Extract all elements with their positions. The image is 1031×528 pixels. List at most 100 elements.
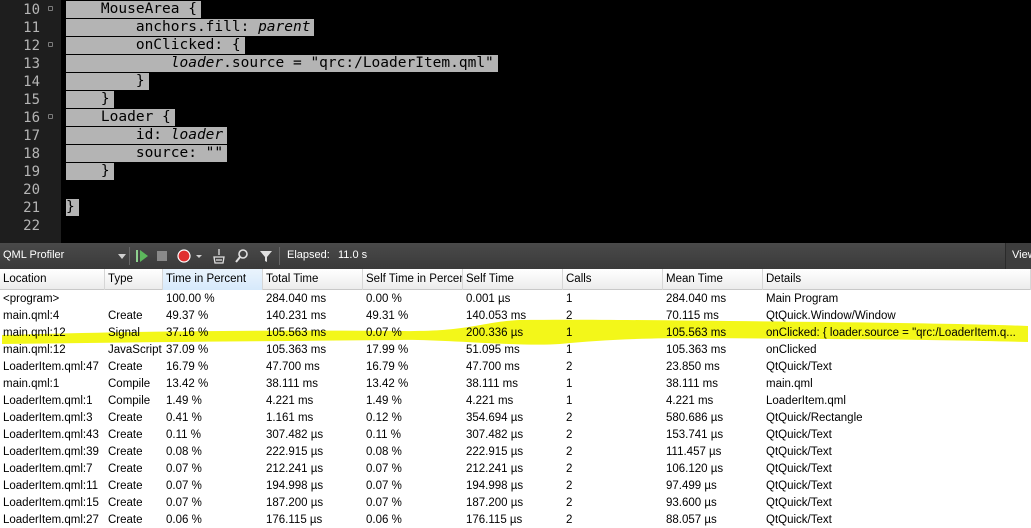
table-cell: 0.001 µs [466,293,511,305]
line-number: 17 [23,128,40,144]
column-header[interactable]: Details [763,269,1031,290]
filter-icon[interactable] [257,247,275,265]
table-row[interactable]: main.qml:12 Signal 37.16 % 105.563 ms 0.07 %… [0,325,1031,342]
code-line[interactable]: 22 [0,217,1031,235]
table-cell: 1 [566,327,573,339]
table-cell: 212.241 µs [466,463,524,475]
table-cell: 2 [566,310,573,322]
code-text: anchors.fill: parent [66,19,315,36]
search-icon[interactable] [233,247,251,265]
table-cell: 1 [566,395,573,407]
column-header[interactable]: Mean Time [663,269,763,290]
code-text: id: loader [66,127,228,144]
code-line[interactable]: 13 loader.source = "qrc:/LoaderItem.qml" [0,55,1031,73]
table-cell: 284.040 ms [666,293,727,305]
column-header[interactable]: Type [105,269,163,290]
view-label[interactable]: View [1012,249,1031,261]
column-header[interactable]: Self Time [463,269,563,290]
code-line[interactable]: 21} [0,199,1031,217]
table-cell: Create [108,497,143,509]
table-cell: 17.99 % [366,344,409,356]
table-cell: main.qml:12 [3,327,66,339]
column-header[interactable]: Self Time in Percent [363,269,463,290]
table-cell: Create [108,514,143,526]
toolbar-divider [279,247,280,265]
code-line[interactable]: 16 Loader { [0,109,1031,127]
code-identifier: loader [170,127,224,143]
table-row[interactable]: LoaderItem.qml:11 Create 0.07 % 194.998 µs 0… [0,478,1031,495]
column-header[interactable]: Total Time [263,269,363,290]
table-row[interactable]: main.qml:12 JavaScript 37.09 % 105.363 ms 17… [0,342,1031,359]
column-header[interactable]: Calls [563,269,663,290]
stop-icon[interactable] [153,247,171,265]
code-line[interactable]: 18 source: "" [0,145,1031,163]
code-line[interactable]: 12 onClicked: { [0,37,1031,55]
table-cell: 0.11 % [166,429,201,441]
table-cell: 200.336 µs [466,327,524,339]
table-cell: 4.221 ms [466,395,514,407]
table-cell: 0.07 % [166,480,202,492]
code-line[interactable]: 10 MouseArea { [0,1,1031,19]
code-segment: } [66,163,110,179]
elapsed-value: 11.0 s [338,249,368,261]
run-icon[interactable] [133,247,151,265]
line-number: 19 [23,164,40,180]
table-cell: 1.161 ms [266,412,314,424]
table-row[interactable]: LoaderItem.qml:47 Create 16.79 % 47.700 ms 1… [0,359,1031,376]
code-line[interactable]: 15 } [0,91,1031,109]
table-cell: LoaderItem.qml:15 [3,497,99,509]
statistics-table[interactable]: Location Type Time in Percent Total Time Sel… [0,269,1031,528]
table-cell: 47.700 ms [266,361,320,373]
table-cell: 37.09 % [166,344,209,356]
profiler-toolbar: QML Profiler Elapsed: 11.0 s View [0,243,1031,269]
table-cell: QtQuick/Text [766,463,832,475]
table-cell: 222.915 µs [266,446,324,458]
table-row[interactable]: main.qml:1 Compile 13.42 % 38.111 ms 13.42 %… [0,376,1031,393]
table-cell: main.qml:12 [3,344,66,356]
table-cell: 105.563 ms [266,327,327,339]
table-cell: <program> [3,293,60,305]
table-cell: 2 [566,514,573,526]
table-row[interactable]: LoaderItem.qml:1 Compile 1.49 % 4.221 ms 1.4… [0,393,1031,410]
code-line[interactable]: 19 } [0,163,1031,181]
table-cell: 105.563 ms [666,327,727,339]
fold-marker-icon[interactable] [48,114,53,119]
clear-icon[interactable] [210,247,228,265]
code-segment: MouseArea { [66,1,197,17]
table-cell: 0.12 % [366,412,402,424]
table-row[interactable]: main.qml:4 Create 49.37 % 140.231 ms 49.31 %… [0,308,1031,325]
table-cell: onClicked [766,344,817,356]
table-header: Location Type Time in Percent Total Time Sel… [0,269,1031,290]
column-header[interactable]: Time in Percent [163,269,263,290]
table-cell: 222.915 µs [466,446,524,458]
fold-marker-icon[interactable] [48,6,53,11]
code-editor[interactable]: 10 MouseArea {11 anchors.fill: parent 12 … [0,0,1031,243]
table-row[interactable]: LoaderItem.qml:15 Create 0.07 % 187.200 µs 0… [0,495,1031,512]
line-number: 21 [23,200,40,216]
table-cell: 0.07 % [366,497,402,509]
code-line[interactable]: 14 } [0,73,1031,91]
table-cell: 1 [566,378,573,390]
column-header[interactable]: Location [0,269,105,290]
table-row[interactable]: LoaderItem.qml:3 Create 0.41 % 1.161 ms 0.12… [0,410,1031,427]
table-cell: 2 [566,412,573,424]
table-row[interactable]: LoaderItem.qml:7 Create 0.07 % 212.241 µs 0.… [0,461,1031,478]
table-cell: 284.040 ms [266,293,327,305]
table-cell: 1 [566,344,573,356]
table-row[interactable]: LoaderItem.qml:43 Create 0.11 % 307.482 µs 0… [0,427,1031,444]
record-menu-icon[interactable] [194,247,204,265]
table-cell: LoaderItem.qml:27 [3,514,99,526]
fold-marker-icon[interactable] [48,42,53,47]
line-number: 20 [23,182,40,198]
table-row[interactable]: LoaderItem.qml:39 Create 0.08 % 222.915 µs 0… [0,444,1031,461]
table-row[interactable]: <program> 100.00 % 284.040 ms 0.00 % 0.001 µ… [0,291,1031,308]
record-icon[interactable] [175,247,193,265]
table-cell: 0.06 % [366,514,402,526]
line-number: 12 [23,38,40,54]
table-row[interactable]: LoaderItem.qml:27 Create 0.06 % 176.115 µs 0… [0,512,1031,528]
code-line[interactable]: 11 anchors.fill: parent [0,19,1031,37]
table-cell [105,291,163,308]
code-line[interactable]: 17 id: loader [0,127,1031,145]
code-line[interactable]: 20 [0,181,1031,199]
table-cell: 47.700 ms [466,361,520,373]
